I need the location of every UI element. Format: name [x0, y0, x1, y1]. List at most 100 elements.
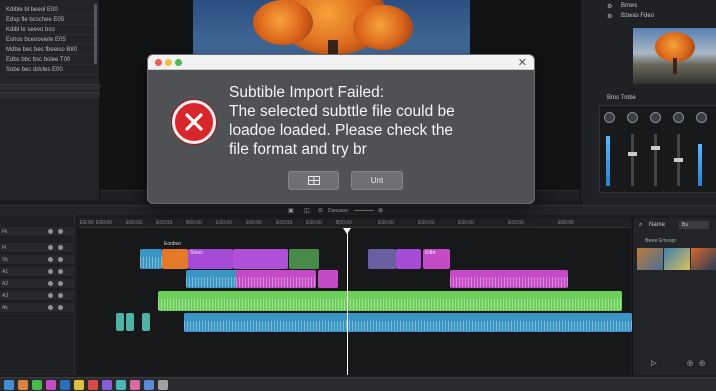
- settings-icon[interactable]: ⚙: [607, 13, 612, 20]
- audio-clip[interactable]: [126, 313, 134, 331]
- video-clip[interactable]: [162, 249, 188, 269]
- mute-icon[interactable]: [48, 305, 53, 310]
- effect-thumbnail[interactable]: [664, 248, 690, 270]
- preview-thumbnail[interactable]: [633, 28, 716, 84]
- lock-icon[interactable]: [58, 245, 63, 250]
- mute-icon[interactable]: [48, 257, 53, 262]
- app-icon[interactable]: [158, 380, 168, 390]
- effect-thumbnail[interactable]: [691, 248, 716, 270]
- app-icon[interactable]: [130, 380, 140, 390]
- close-dot-icon[interactable]: [155, 59, 162, 66]
- audio-clip[interactable]: [142, 313, 150, 331]
- zoom-out-icon[interactable]: ⊖: [318, 207, 323, 214]
- settings-icon[interactable]: ◎: [687, 359, 693, 367]
- zoom-in-icon[interactable]: ⊕: [378, 207, 383, 214]
- app-icon[interactable]: [18, 380, 28, 390]
- mute-icon[interactable]: [48, 281, 53, 286]
- dialog-titlebar: ✕: [148, 55, 534, 70]
- video-clip[interactable]: [140, 249, 162, 269]
- lock-icon[interactable]: [58, 269, 63, 274]
- timeline-ruler[interactable]: EE:00 E00:00 E00:0S E00:0S B00:00 E00:00…: [78, 218, 630, 228]
- mute-icon[interactable]: [48, 245, 53, 250]
- track-header[interactable]: Fl: [0, 243, 75, 253]
- lock-icon[interactable]: [58, 281, 63, 286]
- razor-icon[interactable]: ◫: [304, 207, 310, 214]
- app-icon[interactable]: [60, 380, 70, 390]
- audio-clip[interactable]: [116, 313, 124, 331]
- app-icon[interactable]: [116, 380, 126, 390]
- effect-thumbnail[interactable]: [637, 248, 663, 270]
- effects-browser: ⌕ Name Bu Bwee Emvapr ▷ ◎ ◎: [632, 218, 716, 375]
- settings-icon[interactable]: ◎: [699, 359, 705, 367]
- video-clip[interactable]: [368, 249, 396, 269]
- lock-icon[interactable]: [58, 305, 63, 310]
- pan-knob[interactable]: [627, 112, 638, 123]
- track-header[interactable]: A1: [0, 267, 75, 277]
- audio-clip[interactable]: [236, 270, 316, 288]
- effects-dropdown[interactable]: Bu: [679, 221, 709, 229]
- mute-icon[interactable]: [48, 269, 53, 274]
- app-icon[interactable]: [32, 380, 42, 390]
- ok-button[interactable]: Unt: [351, 171, 403, 190]
- mute-icon[interactable]: [48, 293, 53, 298]
- clip-waveform: [184, 320, 632, 331]
- media-list: Kdible bl beeol E00 Edsp fle bcschee E05…: [3, 5, 97, 75]
- search-icon[interactable]: ⌕: [639, 222, 642, 229]
- fader-handle[interactable]: [651, 146, 660, 150]
- mute-icon[interactable]: [48, 229, 53, 234]
- media-browser-panel: Kdible bl beeol E00 Edsp fle bcschee E05…: [0, 0, 100, 200]
- playhead-handle[interactable]: [343, 228, 351, 234]
- minimize-dot-icon[interactable]: [165, 59, 172, 66]
- video-clip[interactable]: Shecr: [188, 249, 233, 269]
- level-meter: [698, 144, 702, 186]
- details-button[interactable]: [288, 171, 339, 190]
- video-clip[interactable]: [233, 249, 288, 269]
- app-icon[interactable]: [88, 380, 98, 390]
- track-header[interactable]: A2: [0, 279, 75, 289]
- pan-knob[interactable]: [604, 112, 615, 123]
- media-scrollbar[interactable]: [94, 4, 97, 64]
- maximize-dot-icon[interactable]: [175, 59, 182, 66]
- audio-clip[interactable]: [450, 270, 568, 288]
- clip-waveform: [140, 257, 162, 268]
- app-icon[interactable]: [74, 380, 84, 390]
- close-icon[interactable]: ✕: [518, 56, 527, 69]
- app-icon[interactable]: [46, 380, 56, 390]
- lock-icon[interactable]: [58, 229, 63, 234]
- fader-handle[interactable]: [628, 152, 637, 156]
- playhead[interactable]: [347, 228, 348, 375]
- play-icon[interactable]: ▷: [651, 359, 656, 367]
- fader-handle[interactable]: [674, 158, 683, 162]
- audio-clip[interactable]: [184, 313, 632, 332]
- media-item[interactable]: Mdbe bec bec fbeeiso B80: [3, 45, 97, 55]
- media-item[interactable]: Edbs bbc bsc bolee T00: [3, 55, 97, 65]
- lock-icon[interactable]: [58, 293, 63, 298]
- ruler-tick: E00:00: [508, 220, 524, 226]
- track-header[interactable]: Fk: [0, 227, 75, 237]
- app-icon[interactable]: [102, 380, 112, 390]
- media-item[interactable]: Sobe bec ddcles E00: [3, 65, 97, 75]
- lock-icon[interactable]: [58, 257, 63, 262]
- media-item[interactable]: Kdible bl beeol E00: [3, 5, 97, 15]
- app-icon[interactable]: [144, 380, 154, 390]
- track-header[interactable]: Ak: [0, 303, 75, 313]
- pan-knob[interactable]: [650, 112, 661, 123]
- media-item[interactable]: Edsp fle bcschee E05: [3, 15, 97, 25]
- media-item[interactable]: Kdibl le seevo bco: [3, 25, 97, 35]
- clip-waveform: [236, 277, 316, 287]
- audio-clip[interactable]: [318, 270, 338, 288]
- video-clip[interactable]: Kdbr: [423, 249, 450, 269]
- snap-icon[interactable]: ▣: [288, 207, 294, 214]
- video-clip[interactable]: [396, 249, 421, 269]
- pan-knob[interactable]: [696, 112, 707, 123]
- audio-clip[interactable]: [158, 291, 622, 311]
- app-icon[interactable]: [4, 380, 14, 390]
- gear-icon[interactable]: ⚙: [607, 3, 612, 10]
- video-clip[interactable]: [289, 249, 319, 269]
- zoom-slider[interactable]: [354, 210, 374, 211]
- media-item[interactable]: Eshos bceooviete E05: [3, 35, 97, 45]
- track-header[interactable]: A3: [0, 291, 75, 301]
- clip-label: Shecr: [190, 250, 204, 256]
- pan-knob[interactable]: [673, 112, 684, 123]
- track-header[interactable]: Vk: [0, 255, 75, 265]
